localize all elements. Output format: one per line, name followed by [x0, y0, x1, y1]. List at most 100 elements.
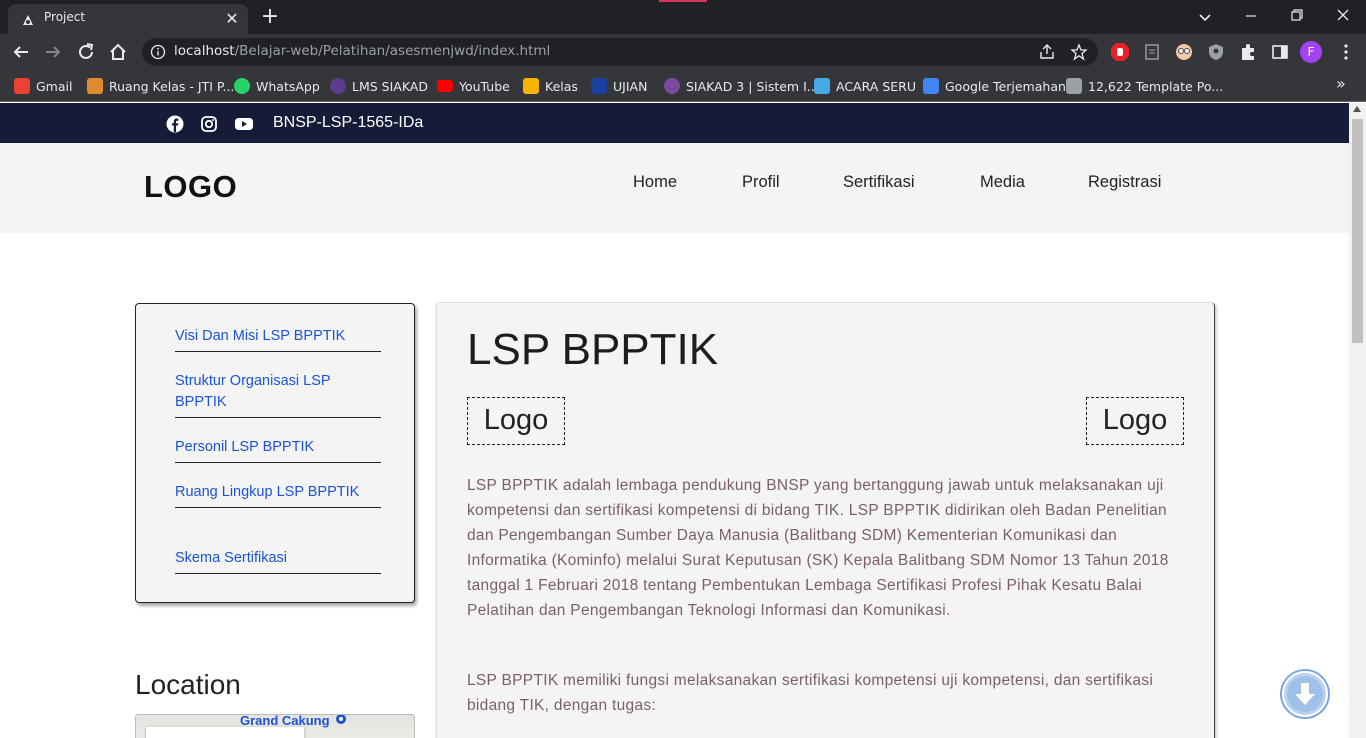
- sidebar-link-ruang-lingkup[interactable]: Ruang Lingkup LSP BPPTIK: [175, 482, 381, 508]
- ujian-icon: [591, 78, 607, 94]
- forward-arrow-icon[interactable]: [42, 41, 64, 63]
- url-path: /Belajar-web/Pelatihan/asesmenjwd/index.…: [234, 43, 551, 59]
- bookmark-label: Ruang Kelas - JTI P...: [109, 78, 235, 94]
- sidebar-link-skema[interactable]: Skema Sertifikasi: [175, 548, 381, 574]
- bookmark-label: Gmail: [36, 78, 73, 94]
- sidebar-link-visi-misi[interactable]: Visi Dan Misi LSP BPPTIK: [175, 326, 381, 352]
- bookmark-label: UJIAN: [613, 78, 648, 94]
- scroll-down-button[interactable]: [1282, 671, 1328, 717]
- shield-extension-icon[interactable]: [1206, 42, 1226, 62]
- project-favicon-icon: [23, 15, 33, 25]
- bookmarks-bar: Gmail Ruang Kelas - JTI P... WhatsApp LM…: [0, 70, 1366, 102]
- site-logo[interactable]: LOGO: [144, 169, 237, 205]
- nav-home[interactable]: Home: [633, 173, 677, 192]
- sidebar-menu: Visi Dan Misi LSP BPPTIK Struktur Organi…: [135, 303, 415, 603]
- browser-tab[interactable]: Project ✕: [8, 4, 248, 34]
- google-translate-icon: [923, 78, 939, 94]
- profile-avatar[interactable]: F: [1300, 41, 1322, 63]
- bookmark-star-icon[interactable]: [1070, 43, 1088, 61]
- facebook-icon[interactable]: [166, 115, 184, 133]
- bookmark-google-translate[interactable]: Google Terjemahan: [923, 76, 1066, 96]
- extensions-puzzle-icon[interactable]: [1238, 42, 1258, 62]
- content-title: LSP BPPTIK: [467, 325, 719, 374]
- url-host: localhost: [174, 43, 235, 59]
- pt-icon: [1066, 78, 1082, 94]
- logo-placeholder-left: Logo: [467, 397, 565, 445]
- browser-titlebar: Project ✕ +: [0, 0, 1366, 34]
- bookmark-label: ACARA SERU: [836, 78, 916, 94]
- sidebar-link-struktur[interactable]: Struktur Organisasi LSP BPPTIK: [175, 371, 381, 418]
- bookmarks-overflow-icon[interactable]: »: [1336, 74, 1346, 93]
- page-scrollbar[interactable]: [1349, 103, 1366, 738]
- description-paragraph-2: LSP BPPTIK memiliki fungsi melaksanakan …: [467, 672, 1154, 714]
- bookmark-label: Google Terjemahan: [945, 78, 1066, 94]
- location-heading: Location: [135, 669, 241, 700]
- youtube-social-icon[interactable]: [234, 115, 254, 133]
- bookmark-label: YouTube: [459, 78, 510, 94]
- share-icon[interactable]: [1038, 43, 1056, 61]
- browser-toolbar: localhost/Belajar-web/Pelatihan/asesmenj…: [0, 34, 1366, 70]
- nav-profil[interactable]: Profil: [742, 173, 780, 192]
- map-info-card: [146, 727, 304, 738]
- minimize-icon[interactable]: [1228, 0, 1274, 34]
- arrow-down-icon: [1287, 676, 1323, 712]
- site-header: LOGO Home Profil Sertifikasi Media Regis…: [0, 143, 1349, 233]
- bookmark-lms-siakad[interactable]: LMS SIAKAD: [330, 76, 428, 96]
- address-url[interactable]: localhost/Belajar-web/Pelatihan/asesmenj…: [174, 43, 550, 59]
- bookmark-ruang-kelas[interactable]: Ruang Kelas - JTI P...: [87, 76, 234, 96]
- nav-sertifikasi[interactable]: Sertifikasi: [843, 173, 915, 192]
- gmail-icon: [14, 78, 30, 94]
- restore-icon[interactable]: [1274, 0, 1320, 34]
- description-paragraph-1: LSP BPPTIK adalah lembaga pendukung BNSP…: [467, 477, 1169, 619]
- bookmark-kelas[interactable]: Kelas: [523, 76, 578, 96]
- bookmark-siakad3[interactable]: SIAKAD 3 | Sistem I...: [664, 76, 819, 96]
- bookmark-label: WhatsApp: [256, 78, 320, 94]
- accreditation-label: BNSP-LSP-1565-IDa: [273, 114, 424, 131]
- map-pin-icon: [336, 715, 346, 724]
- bookmark-label: Kelas: [545, 78, 578, 94]
- logo-placeholder-right: Logo: [1086, 397, 1184, 445]
- bookmark-label: SIAKAD 3 | Sistem I...: [686, 78, 819, 94]
- adblock-extension-icon[interactable]: [1110, 42, 1130, 62]
- kebab-menu-icon[interactable]: [1336, 42, 1356, 62]
- bookmark-label: 12,622 Template Po...: [1088, 78, 1224, 94]
- lms-siakad-icon: [330, 78, 346, 94]
- bookmark-whatsapp[interactable]: WhatsApp: [234, 76, 320, 96]
- youtube-icon: [437, 80, 453, 92]
- back-arrow-icon[interactable]: [10, 41, 32, 63]
- reader-extension-icon[interactable]: [1142, 42, 1162, 62]
- bookmark-ujian[interactable]: UJIAN: [591, 76, 647, 96]
- bookmark-youtube[interactable]: YouTube: [437, 76, 510, 96]
- side-panel-icon[interactable]: [1270, 42, 1290, 62]
- tab-title: Project: [44, 10, 86, 24]
- bookmark-label: LMS SIAKAD: [352, 78, 428, 94]
- siakad3-icon: [664, 78, 680, 94]
- site-info-icon[interactable]: [150, 44, 166, 60]
- reload-icon[interactable]: [75, 41, 97, 63]
- address-bar[interactable]: localhost/Belajar-web/Pelatihan/asesmenj…: [142, 38, 1098, 66]
- scrollbar-thumb[interactable]: [1352, 119, 1363, 343]
- location-map[interactable]: Grand Cakung: [135, 714, 415, 738]
- close-window-icon[interactable]: [1320, 0, 1366, 34]
- bookmark-acara-seru[interactable]: ACARA SERU: [814, 76, 916, 96]
- home-icon[interactable]: [107, 41, 129, 63]
- tab-close-icon[interactable]: ✕: [222, 9, 242, 29]
- bookmark-template[interactable]: 12,622 Template Po...: [1066, 76, 1223, 96]
- map-place-label: Grand Cakung: [240, 714, 330, 728]
- new-tab-icon[interactable]: +: [258, 6, 282, 30]
- sidebar-link-personil[interactable]: Personil LSP BPPTIK: [175, 437, 381, 463]
- tab-search-chevron-icon[interactable]: [1194, 6, 1216, 28]
- whatsapp-icon: [234, 78, 250, 94]
- bookmark-gmail[interactable]: Gmail: [14, 76, 72, 96]
- instagram-icon[interactable]: [200, 115, 218, 133]
- main-content-card: LSP BPPTIK Logo Logo LSP BPPTIK adalah l…: [436, 302, 1215, 738]
- page-viewport: BNSP-LSP-1565-IDa LOGO Home Profil Serti…: [0, 103, 1349, 738]
- top-info-bar: BNSP-LSP-1565-IDa: [0, 103, 1349, 143]
- nav-registrasi[interactable]: Registrasi: [1088, 173, 1161, 192]
- face-extension-icon[interactable]: [1174, 42, 1194, 62]
- scroll-up-arrow-icon[interactable]: [1353, 106, 1361, 112]
- tab-strip-accent: [659, 0, 707, 2]
- ruang-kelas-icon: [87, 78, 103, 94]
- nav-media[interactable]: Media: [980, 173, 1025, 192]
- acara-seru-icon: [814, 78, 830, 94]
